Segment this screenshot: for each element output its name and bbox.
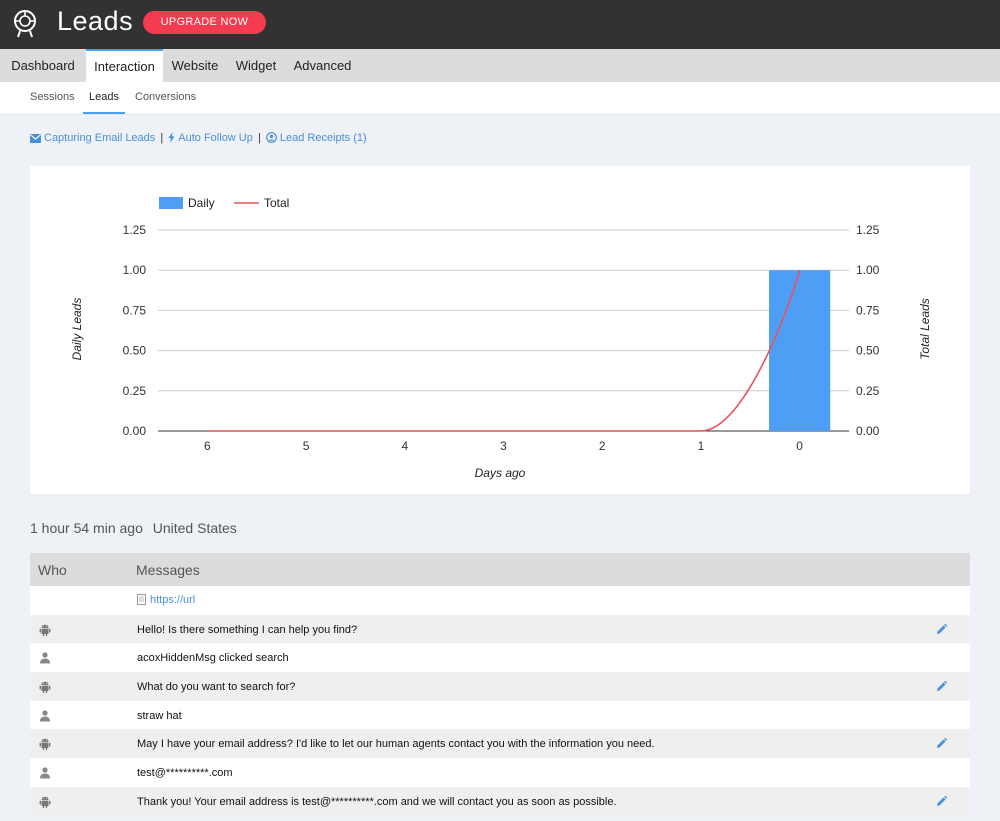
- x-tick-label: 2: [599, 439, 606, 453]
- x-tick-label: 1: [698, 439, 705, 453]
- upgrade-now-button[interactable]: UPGRADE NOW: [143, 11, 266, 34]
- y-tick-label-left: 1.00: [123, 263, 147, 277]
- session-info: 1 hour 54 min ago United States: [30, 520, 243, 536]
- x-tick-label: 4: [401, 439, 408, 453]
- top-bar: Leads UPGRADE NOW: [0, 0, 1000, 49]
- android-bot-icon: [39, 739, 51, 751]
- table-row: acoxHiddenMsg clicked search: [30, 643, 970, 673]
- y-tick-label-left: 0.50: [123, 344, 147, 358]
- x-tick-label: 0: [796, 439, 803, 453]
- tab-website[interactable]: Website: [163, 49, 227, 82]
- table-row: What do you want to search for?: [30, 672, 970, 701]
- tab-advanced[interactable]: Advanced: [285, 49, 360, 82]
- y-tick-label-right: 0.00: [856, 424, 880, 438]
- brain-logo-icon[interactable]: [9, 7, 41, 39]
- session-time-ago: 1 hour 54 min ago: [30, 520, 143, 536]
- document-icon: [137, 594, 146, 605]
- leads-chart: 0.00 0.00 0.25 0.25 0.50 0.50 0.75 0.75 1.00 1.00…: [30, 166, 970, 494]
- legend-label-total: Total: [264, 196, 289, 210]
- legend-swatch-daily: [159, 197, 183, 209]
- tab-widget[interactable]: Widget: [227, 49, 285, 82]
- table-row: May I have your email address? I'd like …: [30, 729, 970, 759]
- table-row: straw hat: [30, 700, 970, 730]
- capturing-email-leads-link[interactable]: Capturing Email Leads: [44, 132, 155, 144]
- leads-chart-svg: 0.00 0.00 0.25 0.25 0.50 0.50 0.75 0.75 1.00 1.00…: [70, 196, 932, 480]
- y-tick-label-right: 1.00: [856, 263, 880, 277]
- main-tab-bar: Dashboard Interaction Website Widget Adv…: [0, 49, 1000, 82]
- message-text: acoxHiddenMsg clicked search: [137, 652, 289, 665]
- table-row: Hello! Is there something I can help you…: [30, 614, 970, 644]
- user-person-icon: [40, 652, 50, 664]
- messages-table: Who Messages https://url Hello! Is there…: [30, 553, 970, 816]
- pencil-edit-icon[interactable]: [935, 680, 948, 693]
- y-tick-label-left: 1.25: [123, 223, 147, 237]
- message-text: test@**********.com: [137, 767, 233, 780]
- message-text: Thank you! Your email address is test@**…: [137, 795, 617, 808]
- session-url-link[interactable]: https://url: [150, 594, 195, 606]
- lightning-bolt-icon: [168, 132, 175, 143]
- android-bot-icon: [39, 796, 51, 809]
- user-person-icon: [40, 710, 50, 722]
- user-circle-icon: [265, 132, 277, 143]
- legend-label-daily: Daily: [188, 196, 215, 210]
- bar-daily: [769, 270, 831, 431]
- message-text: straw hat: [137, 709, 182, 722]
- x-tick-label: 5: [303, 439, 310, 453]
- y-tick-label-left: 0.75: [123, 303, 147, 317]
- lead-receipts-link[interactable]: Lead Receipts (1): [280, 132, 367, 144]
- column-header-messages: Messages: [136, 562, 200, 578]
- table-row: Thank you! Your email address is test@**…: [30, 786, 970, 816]
- table-row-url: https://url: [30, 586, 970, 615]
- auto-follow-up-link[interactable]: Auto Follow Up: [178, 132, 253, 144]
- table-row: test@**********.com: [30, 758, 970, 787]
- y-tick-label-left: 0.25: [123, 384, 147, 398]
- message-text: May I have your email address? I'd like …: [137, 738, 655, 751]
- pencil-edit-icon[interactable]: [935, 737, 948, 750]
- sub-tab-bar: Sessions Leads Conversions: [0, 82, 1000, 115]
- subtab-sessions[interactable]: Sessions: [30, 82, 75, 114]
- pencil-edit-icon[interactable]: [935, 623, 948, 636]
- subtab-conversions[interactable]: Conversions: [135, 82, 196, 114]
- tab-dashboard[interactable]: Dashboard: [0, 49, 86, 82]
- y-tick-label-right: 0.50: [856, 344, 880, 358]
- y-tick-label-left: 0.00: [123, 424, 147, 438]
- y-axis-title-left: Daily Leads: [70, 298, 84, 361]
- y-tick-label-right: 0.75: [856, 303, 880, 317]
- link-separator: |: [160, 132, 164, 144]
- x-tick-label: 3: [500, 439, 507, 453]
- column-header-who: Who: [38, 562, 67, 578]
- lead-links-row: Capturing Email Leads | Auto Follow Up |…: [30, 132, 367, 148]
- table-header: Who Messages: [30, 553, 970, 586]
- y-tick-label-right: 1.25: [856, 223, 880, 237]
- session-location: United States: [152, 520, 237, 536]
- envelope-icon: [30, 134, 41, 143]
- pencil-edit-icon[interactable]: [935, 795, 948, 808]
- android-bot-icon: [39, 624, 51, 636]
- message-text: What do you want to search for?: [137, 681, 296, 694]
- subtab-leads[interactable]: Leads: [83, 82, 125, 114]
- tab-interaction[interactable]: Interaction: [86, 49, 163, 82]
- page-title: Leads: [57, 6, 134, 36]
- message-text: Hello! Is there something I can help you…: [137, 623, 358, 636]
- y-axis-title-right: Total Leads: [918, 298, 932, 360]
- android-bot-icon: [39, 681, 51, 694]
- user-person-icon: [40, 767, 50, 779]
- y-tick-label-right: 0.25: [856, 384, 880, 398]
- x-axis-title: Days ago: [475, 466, 526, 480]
- link-separator: |: [257, 132, 261, 144]
- x-tick-label: 6: [204, 439, 211, 453]
